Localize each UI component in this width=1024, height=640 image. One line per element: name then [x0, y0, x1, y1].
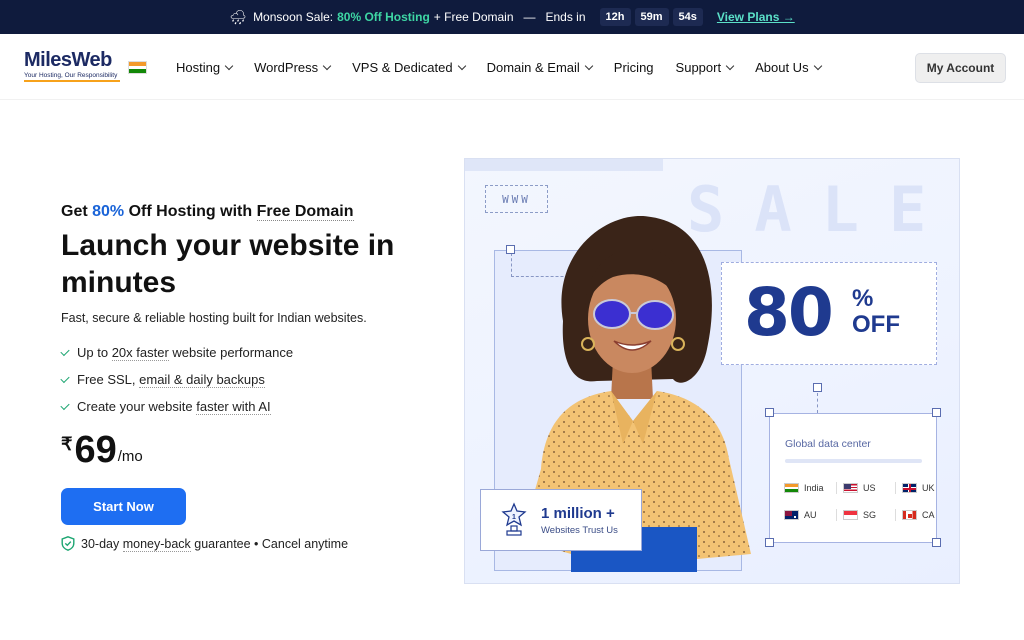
- location-au: AU: [784, 510, 838, 520]
- price-period: /mo: [117, 448, 143, 465]
- view-plans-link[interactable]: View Plans →: [717, 10, 795, 24]
- nav-pricing[interactable]: Pricing: [614, 60, 654, 75]
- timer-hours: 12h: [599, 8, 631, 26]
- frame-handle: [932, 408, 941, 417]
- location-us: US: [843, 483, 897, 493]
- rain-cloud-icon: 🌧: [229, 8, 248, 25]
- discount-percent: %: [852, 285, 874, 312]
- chevron-down-icon: [813, 61, 822, 70]
- discount-card: 80 % OFF: [721, 262, 937, 365]
- trust-label: Websites Trust Us: [541, 524, 618, 536]
- connector-line: [817, 393, 818, 413]
- frame-handle: [813, 383, 822, 392]
- chevron-down-icon: [584, 61, 594, 70]
- chevron-down-icon: [725, 61, 735, 70]
- eyebrow-percent: 80%: [92, 203, 125, 220]
- hero-section: Get 80% Off Hosting with Free Domain Lau…: [60, 203, 441, 552]
- check-icon: [60, 346, 70, 356]
- india-flag-icon: [784, 483, 799, 493]
- nav-wordpress[interactable]: WordPress: [254, 59, 332, 75]
- start-now-button[interactable]: Start Now: [61, 488, 186, 525]
- au-flag-icon: [784, 510, 799, 520]
- nav-pricing-label: Pricing: [613, 59, 654, 75]
- nav-hosting-label: Hosting: [176, 59, 221, 75]
- location-row: India US UK: [784, 482, 956, 494]
- feature-list: Up to 20x faster website performance Fre…: [60, 339, 441, 420]
- logo-tagline: Your Hosting, Our Responsibility: [24, 72, 120, 82]
- promo-highlight: 80% Off Hosting: [337, 10, 430, 24]
- location-uk: UK: [902, 483, 956, 493]
- sg-flag-icon: [843, 510, 858, 520]
- my-account-button[interactable]: My Account: [915, 53, 1006, 83]
- chevron-down-icon: [224, 61, 234, 70]
- feature-item: Up to 20x faster website performance: [60, 339, 441, 366]
- hero-illustration: SALE WWW 80 % OFF Global data center Ind…: [464, 158, 960, 584]
- eyebrow-mid: Off Hosting with: [128, 203, 253, 220]
- promo-suffix: + Free Domain: [433, 10, 514, 24]
- logo-name: MilesWeb: [24, 49, 112, 71]
- trust-badge: 1 1 million + Websites Trust Us: [480, 489, 642, 551]
- check-icon: [60, 373, 70, 383]
- uk-flag-icon: [902, 483, 917, 493]
- check-icon: [60, 400, 70, 410]
- chevron-down-icon: [457, 61, 466, 70]
- shield-check-icon: [61, 536, 75, 551]
- india-flag-icon[interactable]: [128, 61, 147, 74]
- eyebrow-free-domain: Free Domain: [256, 203, 354, 221]
- location-india: India: [784, 483, 838, 493]
- us-flag-icon: [843, 483, 858, 493]
- data-center-title: Global data center: [785, 438, 871, 450]
- feature-tooltip-term[interactable]: faster with AI: [196, 399, 271, 415]
- hero-subtitle: Fast, secure & reliable hosting built fo…: [61, 311, 367, 325]
- timer-seconds: 54s: [672, 8, 703, 26]
- nav-wordpress-label: WordPress: [254, 59, 319, 75]
- trophy-icon: 1: [501, 502, 527, 536]
- nav-support[interactable]: Support: [675, 59, 735, 75]
- price-amount: 69: [74, 429, 117, 471]
- nav-vps-label: VPS & Dedicated: [352, 59, 453, 75]
- eyebrow-pre: Get: [61, 203, 88, 220]
- timer-minutes: 59m: [634, 8, 669, 26]
- trust-count: 1 million +: [541, 504, 615, 522]
- nav-about-label: About Us: [755, 59, 809, 75]
- countdown-timer: 12h 59m 54s: [599, 8, 703, 26]
- site-header: MilesWeb Your Hosting, Our Responsibilit…: [0, 34, 1024, 100]
- location-row: AU SG CA: [784, 509, 956, 521]
- decor-strip: [465, 159, 663, 171]
- data-center-card: Global data center India US UK AU SG CA: [769, 413, 937, 543]
- location-ca: CA: [902, 510, 956, 520]
- main-nav: Hosting WordPress VPS & Dedicated Domain…: [176, 34, 843, 100]
- feature-item: Free SSL, email & daily backups: [60, 366, 441, 393]
- nav-domain-email[interactable]: Domain & Email: [486, 59, 594, 75]
- nav-about-us[interactable]: About Us: [755, 59, 822, 75]
- nav-support-label: Support: [675, 59, 722, 75]
- location-sg: SG: [843, 510, 897, 520]
- hero-eyebrow: Get 80% Off Hosting with Free Domain: [61, 203, 441, 221]
- frame-handle: [765, 408, 774, 417]
- promo-separator: —: [523, 10, 536, 24]
- promo-ends-label: Ends in: [545, 10, 586, 24]
- discount-off-word: OFF: [852, 311, 900, 338]
- mileweb-logo[interactable]: MilesWeb Your Hosting, Our Responsibilit…: [24, 50, 120, 82]
- frame-handle: [932, 538, 941, 547]
- promo-bar: 🌧 Monsoon Sale: 80% Off Hosting + Free D…: [0, 0, 1024, 34]
- hero-title: Launch your website in minutes: [61, 229, 395, 299]
- money-back-guarantee: 30-day money-back guarantee • Cancel any…: [61, 536, 441, 552]
- svg-text:1: 1: [512, 514, 516, 521]
- data-center-bar: [785, 459, 922, 463]
- feature-tooltip-term[interactable]: email & daily backups: [139, 372, 265, 388]
- frame-handle: [765, 538, 774, 547]
- ca-flag-icon: [902, 510, 917, 520]
- promo-prefix: Monsoon Sale:: [253, 10, 334, 24]
- chevron-down-icon: [322, 61, 332, 70]
- feature-item: Create your website faster with AI: [60, 393, 441, 420]
- nav-hosting[interactable]: Hosting: [176, 59, 234, 75]
- money-back-term[interactable]: money-back: [122, 536, 191, 552]
- feature-tooltip-term[interactable]: 20x faster: [111, 345, 169, 361]
- price-display: ₹ 69 /mo: [61, 430, 441, 470]
- nav-domain-label: Domain & Email: [486, 59, 580, 75]
- discount-number: 80: [744, 274, 834, 351]
- price-currency: ₹: [61, 434, 73, 454]
- nav-vps-dedicated[interactable]: VPS & Dedicated: [352, 59, 466, 75]
